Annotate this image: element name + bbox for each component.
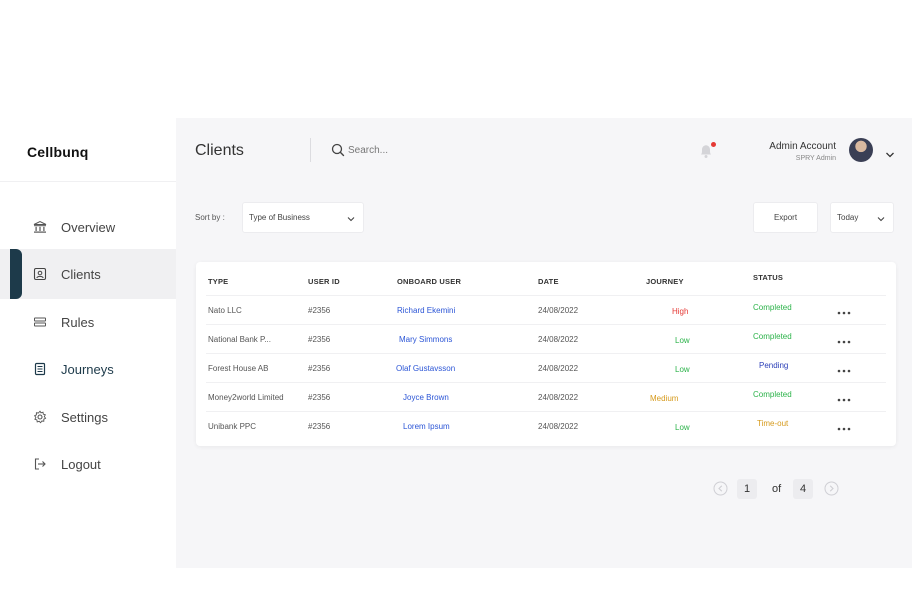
chevron-down-icon: [877, 215, 885, 222]
sidebar-divider: [0, 181, 176, 182]
sidebar-item-overview[interactable]: Overview: [0, 202, 176, 252]
pagination-of-label: of: [772, 483, 782, 495]
export-button-label: Export: [773, 213, 798, 222]
cell-status: Completed: [753, 332, 792, 341]
clients-table: TYPE USER ID ONBOARD USER DATE JOURNEY S…: [196, 262, 896, 446]
cell-user-id: #2356: [308, 364, 331, 373]
cell-status: Time-out: [757, 419, 789, 428]
chevron-left-icon[interactable]: [713, 481, 728, 496]
current-page[interactable]: 1: [737, 479, 757, 499]
main-content: Clients Admin Account SPRY Admin Sort by…: [176, 118, 912, 568]
account-role: SPRY Admin: [795, 155, 836, 162]
cell-type: Nato LLC: [208, 306, 242, 315]
active-indicator: [10, 249, 22, 299]
cell-user-id: #2356: [308, 335, 331, 344]
more-icon[interactable]: [836, 333, 852, 344]
chevron-right-icon[interactable]: [824, 481, 839, 496]
sidebar-item-clients[interactable]: Clients: [0, 249, 176, 299]
column-header-status: STATUS: [753, 273, 784, 282]
logout-icon: [32, 456, 48, 472]
cell-date: 24/08/2022: [538, 422, 579, 431]
table-row[interactable]: Money2world Limited #2356 Joyce Brown 24…: [206, 382, 886, 411]
more-icon[interactable]: [836, 304, 852, 315]
more-icon[interactable]: [836, 391, 852, 402]
chevron-down-icon[interactable]: [885, 146, 895, 158]
table-row[interactable]: Unibank PPC #2356 Lorem Ipsum 24/08/2022…: [206, 411, 886, 440]
cell-status: Completed: [753, 390, 792, 399]
sidebar-item-label: Clients: [61, 266, 101, 282]
column-header-onboard-user: ONBOARD USER: [397, 277, 462, 286]
cell-onboard-user[interactable]: Olaf Gustavsson: [396, 364, 455, 373]
column-header-date: DATE: [538, 277, 559, 286]
search-input[interactable]: [348, 139, 528, 161]
cell-type: Unibank PPC: [208, 422, 257, 431]
cell-status: Pending: [759, 361, 789, 370]
column-header-user-id: USER ID: [308, 277, 340, 286]
cell-journey: High: [672, 307, 689, 316]
sidebar-item-label: Settings: [61, 409, 108, 425]
date-range-value: Today: [837, 213, 859, 222]
export-button[interactable]: Export: [753, 202, 818, 233]
cell-journey: Medium: [650, 394, 679, 403]
table-row[interactable]: National Bank P... #2356 Mary Simmons 24…: [206, 324, 886, 353]
sidebar-item-label: Logout: [61, 456, 101, 472]
cell-user-id: #2356: [308, 306, 331, 315]
cell-user-id: #2356: [308, 393, 331, 402]
notification-badge: [711, 142, 716, 147]
chevron-down-icon: [347, 215, 355, 222]
sidebar-item-rules[interactable]: Rules: [0, 297, 176, 347]
sidebar: Cellbunq Overview Clients Rules Journeys…: [0, 118, 176, 568]
sort-select[interactable]: Type of Business: [242, 202, 364, 233]
sidebar-item-journeys[interactable]: Journeys: [0, 344, 176, 394]
table-row[interactable]: Nato LLC #2356 Richard Ekemini 24/08/202…: [206, 295, 886, 324]
page-title: Clients: [195, 142, 244, 159]
sort-label: Sort by :: [195, 213, 225, 222]
cell-onboard-user[interactable]: Lorem Ipsum: [403, 422, 450, 431]
app-window: Cellbunq Overview Clients Rules Journeys…: [0, 118, 912, 568]
cell-date: 24/08/2022: [538, 335, 579, 344]
journal-icon: [32, 361, 48, 377]
sidebar-item-label: Overview: [61, 219, 116, 235]
cell-status: Completed: [753, 303, 792, 312]
cell-date: 24/08/2022: [538, 364, 579, 373]
cell-user-id: #2356: [308, 422, 331, 431]
id-card-icon: [32, 266, 48, 282]
more-icon[interactable]: [836, 420, 852, 431]
avatar[interactable]: [849, 138, 873, 162]
sidebar-item-settings[interactable]: Settings: [0, 392, 176, 442]
cell-journey: Low: [675, 336, 690, 345]
account-name: Admin Account: [769, 141, 836, 152]
gear-icon: [32, 409, 48, 425]
sidebar-item-logout[interactable]: Logout: [0, 439, 176, 489]
sidebar-item-label: Rules: [61, 314, 95, 330]
cell-date: 24/08/2022: [538, 393, 579, 402]
app-logo: Cellbunq: [27, 144, 89, 160]
column-header-journey: JOURNEY: [646, 277, 684, 286]
cell-date: 24/08/2022: [538, 306, 579, 315]
cell-journey: Low: [675, 365, 690, 374]
rules-icon: [32, 314, 48, 330]
date-range-select[interactable]: Today: [830, 202, 894, 233]
cell-type: Money2world Limited: [208, 393, 284, 402]
column-header-type: TYPE: [208, 277, 229, 286]
sidebar-item-label: Journeys: [61, 361, 114, 377]
more-icon[interactable]: [836, 362, 852, 373]
search-icon: [330, 142, 346, 158]
table-row[interactable]: Forest House AB #2356 Olaf Gustavsson 24…: [206, 353, 886, 382]
cell-onboard-user[interactable]: Joyce Brown: [403, 393, 449, 402]
cell-journey: Low: [675, 423, 690, 432]
total-pages[interactable]: 4: [793, 479, 813, 499]
cell-onboard-user[interactable]: Richard Ekemini: [397, 306, 455, 315]
header-divider: [310, 138, 311, 162]
cell-onboard-user[interactable]: Mary Simmons: [399, 335, 452, 344]
bank-icon: [32, 219, 48, 235]
cell-type: National Bank P...: [208, 335, 272, 344]
cell-type: Forest House AB: [208, 364, 269, 373]
sort-select-value: Type of Business: [249, 213, 310, 222]
